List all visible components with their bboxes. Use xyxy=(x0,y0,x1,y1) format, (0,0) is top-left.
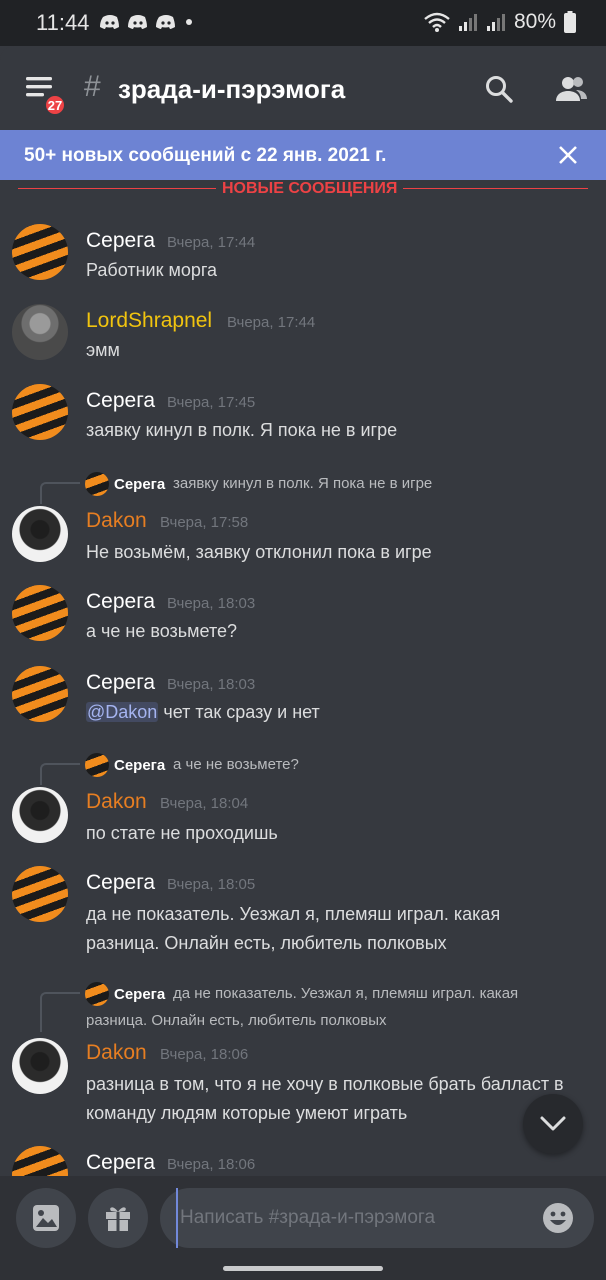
avatar[interactable] xyxy=(12,384,68,440)
avatar[interactable] xyxy=(12,1146,68,1176)
timestamp: Вчера, 18:06 xyxy=(160,1046,249,1063)
discord-icon xyxy=(128,15,147,29)
reply-author: Серега xyxy=(114,476,166,493)
message-text: @Dakon чет так сразу и нет xyxy=(86,698,586,727)
timestamp: Вчера, 18:03 xyxy=(167,676,256,693)
dot-icon xyxy=(186,19,192,25)
new-messages-banner[interactable]: 50+ новых сообщений с 22 янв. 2021 г. xyxy=(0,130,606,180)
scroll-to-bottom-button[interactable] xyxy=(523,1094,583,1154)
message-input-container[interactable] xyxy=(160,1188,594,1248)
home-indicator[interactable] xyxy=(223,1266,383,1271)
channel-header: 27 # зрада-и-пэрэмога xyxy=(0,46,606,130)
message-text: эмм xyxy=(86,340,120,360)
timestamp: Вчера, 18:06 xyxy=(167,1156,256,1173)
reply-avatar xyxy=(85,982,109,1006)
channel-name: зрада-и-пэрэмога xyxy=(118,74,346,104)
signal-icon xyxy=(458,14,477,31)
reply-text-line: разница. Онлайн есть, любитель полковых xyxy=(86,1012,387,1029)
chevron-down-icon xyxy=(540,1116,566,1131)
author-name[interactable]: Dakon xyxy=(86,509,147,533)
close-banner-button[interactable] xyxy=(556,143,580,172)
reply-connector xyxy=(40,482,80,504)
author-name[interactable]: Серега xyxy=(86,1151,155,1175)
avatar[interactable] xyxy=(12,787,68,843)
timestamp: Вчера, 18:03 xyxy=(167,595,256,612)
message-input[interactable] xyxy=(176,1188,526,1248)
battery-icon xyxy=(564,11,576,33)
search-icon xyxy=(486,76,513,103)
message-text-line: команду людям которые умеют играть xyxy=(86,1103,408,1123)
timestamp: Вчера, 17:58 xyxy=(160,514,249,531)
avatar[interactable] xyxy=(12,506,68,562)
close-icon xyxy=(559,146,577,164)
channel-hash-icon: # xyxy=(84,70,101,103)
avatar[interactable] xyxy=(12,585,68,641)
user-mention[interactable]: @Dakon xyxy=(86,702,159,722)
discord-icon xyxy=(156,15,175,29)
search-button[interactable] xyxy=(484,74,514,109)
message-text: Не возьмём, заявку отклонил пока в игре xyxy=(86,542,432,562)
discord-icon xyxy=(100,15,119,29)
avatar[interactable] xyxy=(12,666,68,722)
message-text: Работник морга xyxy=(86,260,218,280)
timestamp: Вчера, 17:45 xyxy=(167,394,256,411)
author-name[interactable]: LordShrapnel xyxy=(86,309,212,333)
message-text-line: разница в том, что я не хочу в полковые … xyxy=(86,1074,564,1094)
reply-avatar xyxy=(85,472,109,496)
avatar[interactable] xyxy=(12,304,68,360)
timestamp: Вчера, 18:04 xyxy=(160,795,249,812)
timestamp: Вчера, 17:44 xyxy=(167,234,256,251)
composer-bar xyxy=(0,1176,606,1280)
notification-icons xyxy=(100,14,194,30)
message-text: заявку кинул в полк. Я пока не в игре xyxy=(86,420,398,440)
author-name[interactable]: Серега xyxy=(86,590,155,614)
gift-button[interactable] xyxy=(88,1188,148,1248)
avatar[interactable] xyxy=(12,224,68,280)
message-text-line: да не показатель. Уезжал я, племяш играл… xyxy=(86,904,501,924)
message-text: по стате не проходишь xyxy=(86,823,278,843)
author-name[interactable]: Dakon xyxy=(86,1041,147,1065)
attach-image-button[interactable] xyxy=(16,1188,76,1248)
reply-author: Серега xyxy=(114,757,166,774)
author-name[interactable]: Серега xyxy=(86,871,155,895)
message-list[interactable]: Серега Вчера, 17:44 Работник морга LordS… xyxy=(0,198,606,1176)
signal-icon xyxy=(486,14,505,31)
timestamp: Вчера, 18:05 xyxy=(167,876,256,893)
reply-author: Серега xyxy=(114,986,166,1003)
battery-percent: 80% xyxy=(513,10,556,33)
author-name[interactable]: Серега xyxy=(86,389,155,413)
timestamp: Вчера, 17:44 xyxy=(227,314,316,331)
message-text-rest: чет так сразу и нет xyxy=(158,702,320,722)
reply-connector xyxy=(40,763,80,785)
image-icon xyxy=(33,1205,59,1231)
message-text-line: разница. Онлайн есть, любитель полковых xyxy=(86,933,447,953)
author-name[interactable]: Серега xyxy=(86,671,155,695)
emoji-button[interactable] xyxy=(542,1202,574,1239)
author-name[interactable]: Серега xyxy=(86,229,155,253)
emoji-icon xyxy=(543,1203,573,1233)
status-time: 11:44 xyxy=(36,10,90,35)
avatar[interactable] xyxy=(12,866,68,922)
reply-text-line: да не показатель. Уезжал я, племяш играл… xyxy=(173,985,519,1002)
members-button[interactable] xyxy=(554,74,588,109)
avatar[interactable] xyxy=(12,1038,68,1094)
divider-label: НОВЫЕ СООБЩЕНИЯ xyxy=(216,180,404,198)
author-name[interactable]: Dakon xyxy=(86,790,147,814)
reply-text: а че не возьмете? xyxy=(173,756,299,773)
reply-avatar xyxy=(85,753,109,777)
gift-icon xyxy=(106,1207,130,1231)
message-text: а че не возьмете? xyxy=(86,621,238,641)
reply-connector xyxy=(40,992,80,1032)
wifi-icon xyxy=(424,12,450,32)
status-bar: 11:44 80% xyxy=(0,0,606,46)
new-messages-divider: НОВЫЕ СООБЩЕНИЯ xyxy=(18,180,588,198)
reply-text: заявку кинул в полк. Я пока не в игре xyxy=(173,475,433,492)
unread-badge: 27 xyxy=(43,93,67,117)
members-icon xyxy=(556,77,587,101)
banner-text: 50+ новых сообщений с 22 янв. 2021 г. xyxy=(24,145,387,166)
